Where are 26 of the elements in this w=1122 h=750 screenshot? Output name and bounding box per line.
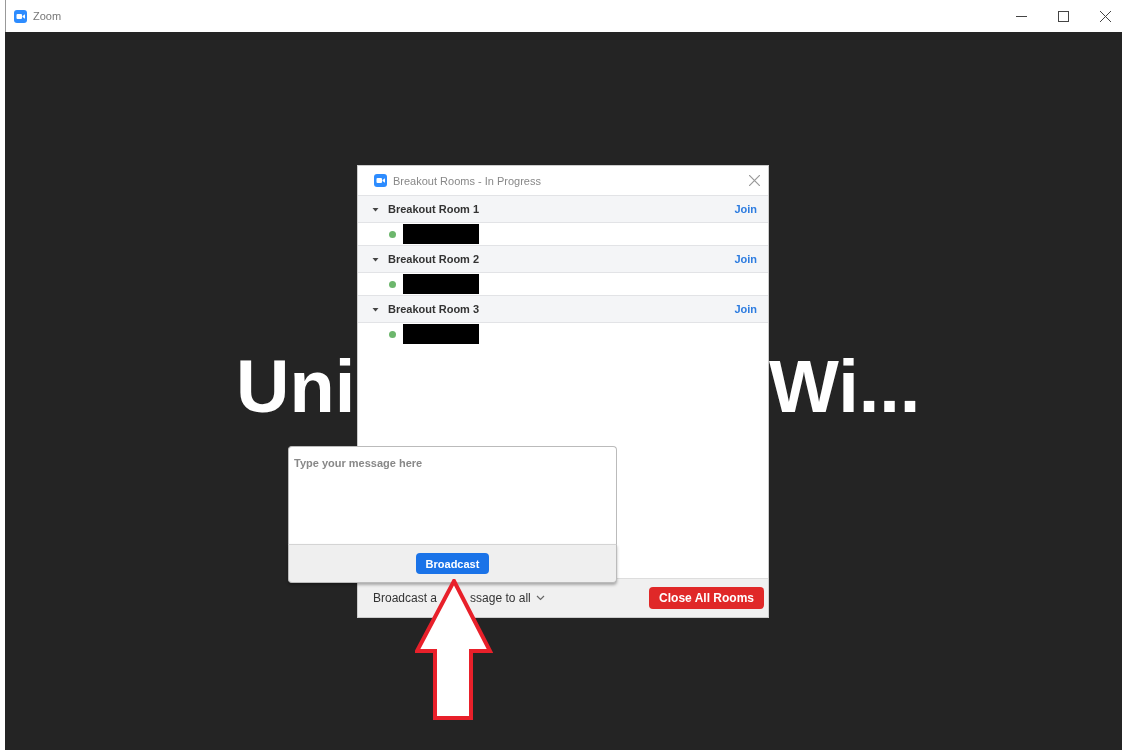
room-header-row[interactable]: Breakout Room 2 Join (358, 245, 768, 273)
room-name: Breakout Room 3 (388, 303, 481, 315)
shared-screen-title-text: Wi... (769, 350, 921, 424)
triangle-down-icon[interactable] (372, 205, 379, 213)
triangle-down-icon[interactable] (372, 255, 379, 263)
join-link[interactable]: Join (734, 253, 757, 265)
room-header-row[interactable]: Breakout Room 3 Join (358, 295, 768, 323)
window-title: Zoom (33, 10, 62, 22)
video-camera-icon (14, 9, 27, 23)
broadcast-menu-text[interactable]: ssage to all (470, 591, 531, 605)
maximize-icon[interactable] (1058, 10, 1069, 22)
broadcast-menu-text[interactable]: Broadcast a (373, 591, 438, 605)
triangle-down-icon[interactable] (372, 305, 379, 313)
room-name: Breakout Room 1 (388, 203, 481, 215)
join-link[interactable]: Join (734, 303, 757, 315)
join-link[interactable]: Join (734, 203, 757, 215)
dialog-title: Breakout Rooms - In Progress (393, 174, 541, 187)
shared-screen-title-text: Uni (236, 350, 356, 424)
broadcast-button[interactable]: Broadcast (415, 553, 490, 574)
chevron-down-icon[interactable] (535, 595, 545, 601)
room-name: Breakout Room 2 (388, 253, 481, 265)
close-all-rooms-button[interactable]: Close All Rooms (649, 587, 764, 609)
close-icon[interactable] (1100, 10, 1111, 22)
room-header-row[interactable]: Breakout Room 1 Join (358, 195, 768, 223)
message-input-field[interactable]: Type your message here (288, 446, 617, 544)
video-camera-icon (374, 174, 387, 187)
